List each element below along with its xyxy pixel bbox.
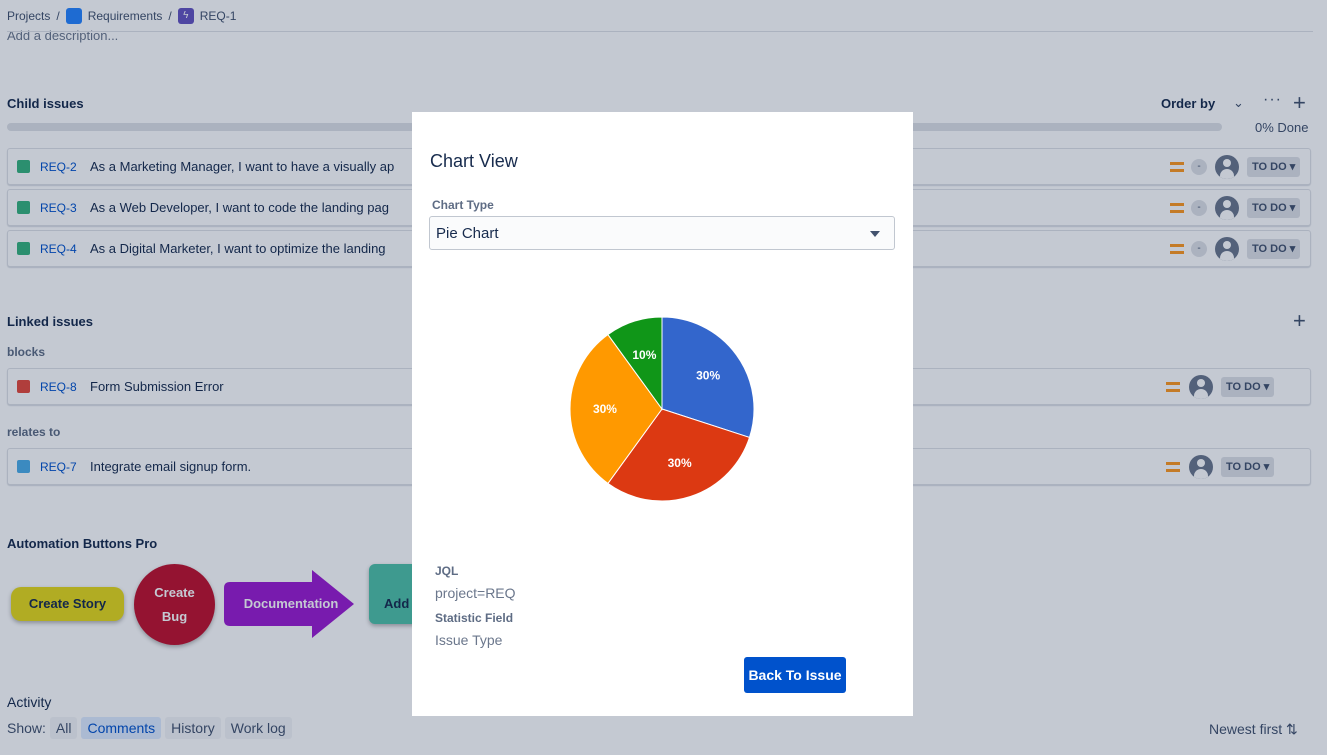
dialog-title: Chart View <box>430 151 518 171</box>
pie-chart: 30% 30% 30% 10% <box>569 316 755 502</box>
pie-slice-label: 10% <box>632 348 656 362</box>
chart-type-value: Pie Chart <box>436 225 499 242</box>
chart-view-dialog: Chart View Chart Type Pie Chart 30% 30% 30… <box>412 112 913 716</box>
caret-down-icon <box>870 231 880 237</box>
chart-type-label: Chart Type <box>432 198 494 212</box>
pie-slice-label: 30% <box>593 402 617 416</box>
back-to-issue-button[interactable]: Back To Issue <box>744 657 846 693</box>
statistic-field-label: Statistic Field <box>435 611 514 625</box>
chart-type-select[interactable]: Pie Chart <box>429 216 895 250</box>
jql-value: project=REQ <box>435 585 516 601</box>
jql-label: JQL <box>435 564 459 578</box>
pie-slice-label: 30% <box>668 456 692 470</box>
pie-slice-label: 30% <box>696 368 720 382</box>
statistic-field-value: Issue Type <box>435 632 503 648</box>
